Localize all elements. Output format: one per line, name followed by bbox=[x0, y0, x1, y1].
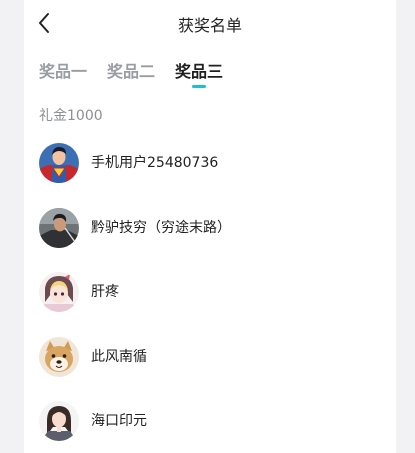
list-item[interactable]: 海口印元 bbox=[39, 398, 389, 453]
page-title: 获奖名单 bbox=[177, 16, 242, 35]
tab-prize-2[interactable]: 奖品二 bbox=[107, 60, 155, 90]
warrior-avatar bbox=[39, 207, 79, 248]
header: 获奖名单 bbox=[24, 0, 396, 46]
list-item[interactable]: 手机用户25480736 bbox=[39, 140, 389, 205]
list-item[interactable]: 黔驴技穷（穷途末路） bbox=[39, 205, 389, 270]
anime-girl-avatar bbox=[39, 272, 79, 312]
dog-avatar bbox=[39, 336, 79, 377]
winner-name: 海口印元 bbox=[91, 413, 147, 429]
winner-name: 手机用户25480736 bbox=[91, 155, 219, 171]
list-item[interactable]: 肝疼 bbox=[39, 269, 389, 334]
active-tab-indicator bbox=[192, 85, 207, 88]
superman-avatar bbox=[39, 143, 79, 183]
winner-list-panel: 获奖名单 奖品一 奖品二 奖品三 礼金1000 手机用户25480736 黔驴技… bbox=[24, 0, 396, 453]
list-item[interactable]: 此风南循 bbox=[39, 334, 389, 399]
prize-tabs: 奖品一 奖品二 奖品三 bbox=[39, 60, 243, 90]
girl-avatar bbox=[39, 401, 79, 441]
tab-prize-3[interactable]: 奖品三 bbox=[175, 60, 223, 90]
winner-list: 手机用户25480736 黔驴技穷（穷途末路） 肝疼 此风南循 海口印元 bbox=[39, 140, 389, 453]
tab-prize-1[interactable]: 奖品一 bbox=[39, 60, 87, 90]
tab-label: 奖品三 bbox=[175, 62, 224, 81]
winner-name: 肝疼 bbox=[91, 284, 119, 300]
tab-label: 奖品二 bbox=[107, 62, 156, 81]
winner-name: 此风南循 bbox=[91, 348, 147, 365]
tab-label: 奖品一 bbox=[39, 62, 88, 81]
prize-name: 礼金1000 bbox=[39, 108, 103, 124]
winner-name: 黔驴技穷（穷途末路） bbox=[91, 219, 231, 236]
